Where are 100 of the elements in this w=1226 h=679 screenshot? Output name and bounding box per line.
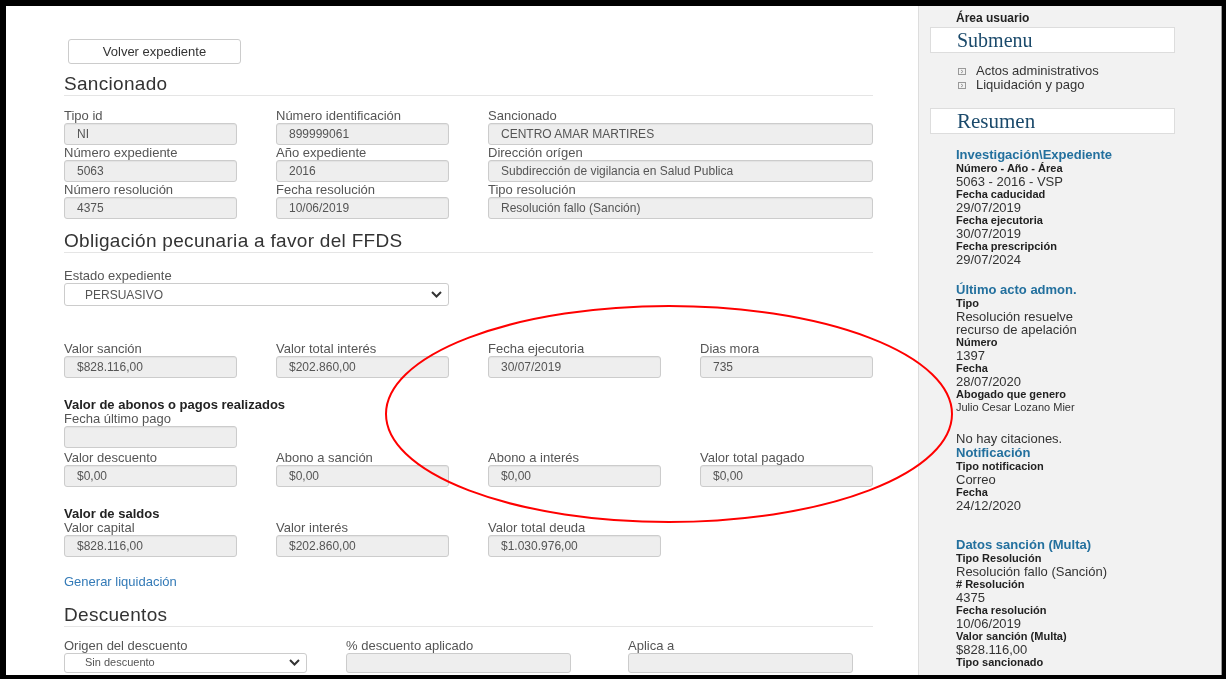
summary-value: Resolución resuelve recurso de apelación [956, 310, 1078, 336]
input-field[interactable]: $0,00 [276, 465, 449, 487]
summary-label: Número - Año - Área [956, 162, 1063, 175]
field-label: Tipo id [64, 109, 104, 123]
field-label: Número identificación [276, 109, 402, 123]
summary-heading: Notificación [956, 446, 1032, 460]
field-label: Fecha ejecutoria [488, 342, 586, 356]
field-label: Abono a sanción [276, 451, 374, 465]
field-label: Valor total pagado [700, 451, 806, 465]
submenu-title: Submenu [930, 27, 1175, 53]
summary-title: Resumen [930, 108, 1175, 134]
field-label: Valor interés [276, 521, 349, 535]
input-field[interactable]: $202.860,00 [276, 356, 449, 378]
summary-value: Julio Cesar Lozano Mier [956, 401, 1076, 414]
user-area-title: Área usuario [956, 12, 1031, 25]
field-label: Número expediente [64, 146, 179, 160]
summary-value: Correo [956, 473, 997, 486]
summary-value: 28/07/2020 [956, 375, 1023, 388]
summary-value: 10/06/2019 [956, 617, 1023, 630]
input-field[interactable]: $828.116,00 [64, 535, 237, 557]
summary-value: $828.116,00 [956, 643, 1029, 656]
field-label: Valor total interés [276, 342, 378, 356]
field-label: Valor total deuda [488, 521, 587, 535]
status-select[interactable]: PERSUASIVO [64, 283, 449, 306]
summary-heading: Investigación\Expediente [956, 148, 1114, 162]
field-label: Dias mora [700, 342, 761, 356]
input-field[interactable]: 735 [700, 356, 873, 378]
summary-label: Tipo sancionado [956, 656, 1045, 669]
section-heading: Obligación pecunaria a favor del FFDS [64, 230, 404, 251]
summary-label: Número [956, 336, 999, 349]
field-label: Valor sanción [64, 342, 143, 356]
input-field[interactable]: 899999061 [276, 123, 449, 145]
field-label: Dirección orígen [488, 146, 584, 160]
note-text: No hay citaciones. [956, 431, 1064, 446]
input-field[interactable]: $202.860,00 [276, 535, 449, 557]
field-label: Número resolución [64, 183, 175, 197]
submenu-item[interactable]: Liquidación y pago [958, 78, 1221, 92]
section-heading: Sancionado [64, 73, 169, 94]
summary-value: 24/12/2020 [956, 499, 1023, 512]
input-field[interactable]: $0,00 [700, 465, 873, 487]
field-label: Año expediente [276, 146, 368, 160]
submenu-item[interactable]: Actos administrativos [958, 64, 1221, 78]
summary-label: Fecha prescripción [956, 240, 1058, 253]
group-heading: Valor de saldos [64, 507, 161, 521]
input-field[interactable]: 2016 [276, 160, 449, 182]
summary-label: Abogado que genero [956, 388, 1067, 401]
input-field[interactable]: 30/07/2019 [488, 356, 661, 378]
summary-label: Fecha [956, 486, 989, 499]
input-field[interactable]: $828.116,00 [64, 356, 237, 378]
chevron-down-icon [431, 291, 442, 298]
summary-label: Fecha ejecutoria [956, 214, 1044, 227]
discount-select[interactable]: Sin descuento [64, 652, 307, 673]
summary-value: 4375 [956, 591, 986, 604]
input-field[interactable] [64, 426, 237, 448]
field-label: Tipo resolución [488, 183, 577, 197]
summary-label: Fecha caducidad [956, 188, 1047, 201]
field-label: Aplica a [628, 638, 676, 653]
summary-label: Tipo Resolución [956, 552, 1043, 565]
summary-label: Tipo notificacion [956, 460, 1045, 473]
field-label: Valor capital [64, 521, 136, 535]
summary-value: 30/07/2019 [956, 227, 1023, 240]
input-field[interactable]: Resolución fallo (Sanción) [488, 197, 873, 219]
input-field[interactable] [346, 652, 571, 673]
field-label: Origen del descuento [64, 638, 189, 653]
arrow-box-icon [958, 81, 966, 89]
field-label: Estado expediente [64, 269, 173, 283]
summary-label: Fecha [956, 362, 989, 375]
input-field[interactable]: CENTRO AMAR MARTIRES [488, 123, 873, 145]
input-field[interactable]: NI [64, 123, 237, 145]
summary-label: Tipo [956, 297, 980, 310]
field-label: Abono a interés [488, 451, 581, 465]
field-label: Fecha resolución [276, 183, 376, 197]
summary-value: 29/07/2019 [956, 201, 1023, 214]
generate-link[interactable]: Generar liquidación [64, 572, 177, 592]
summary-heading: Último acto admon. [956, 283, 1078, 297]
summary-label: Valor sanción (Multa) [956, 630, 1068, 643]
summary-heading: Datos sanción (Multa) [956, 538, 1093, 552]
summary-value: 5063 - 2016 - VSP [956, 175, 1064, 188]
input-field[interactable]: $1.030.976,00 [488, 535, 661, 557]
back-button[interactable]: Volver expediente [68, 39, 241, 64]
section-heading: Descuentos [64, 603, 169, 625]
input-field[interactable]: 10/06/2019 [276, 197, 449, 219]
group-heading: Valor de abonos o pagos realizados [64, 398, 287, 412]
summary-value: 29/07/2024 [956, 253, 1023, 266]
field-label: % descuento aplicado [346, 638, 475, 653]
summary-label: # Resolución [956, 578, 1026, 591]
field-label: Valor descuento [64, 451, 158, 465]
summary-value: 1397 [956, 349, 986, 362]
summary-label: Fecha resolución [956, 604, 1048, 617]
field-label: Sancionado [488, 109, 558, 123]
field-label: Fecha último pago [64, 412, 172, 426]
input-field[interactable]: $0,00 [488, 465, 661, 487]
input-field[interactable]: Subdirección de vigilancia en Salud Publica [488, 160, 873, 182]
input-field[interactable] [628, 652, 853, 673]
summary-value: Resolución fallo (Sanción) [956, 565, 1109, 578]
chevron-down-icon [289, 659, 300, 666]
input-field[interactable]: $0,00 [64, 465, 237, 487]
input-field[interactable]: 4375 [64, 197, 237, 219]
input-field[interactable]: 5063 [64, 160, 237, 182]
arrow-box-icon [958, 67, 966, 75]
